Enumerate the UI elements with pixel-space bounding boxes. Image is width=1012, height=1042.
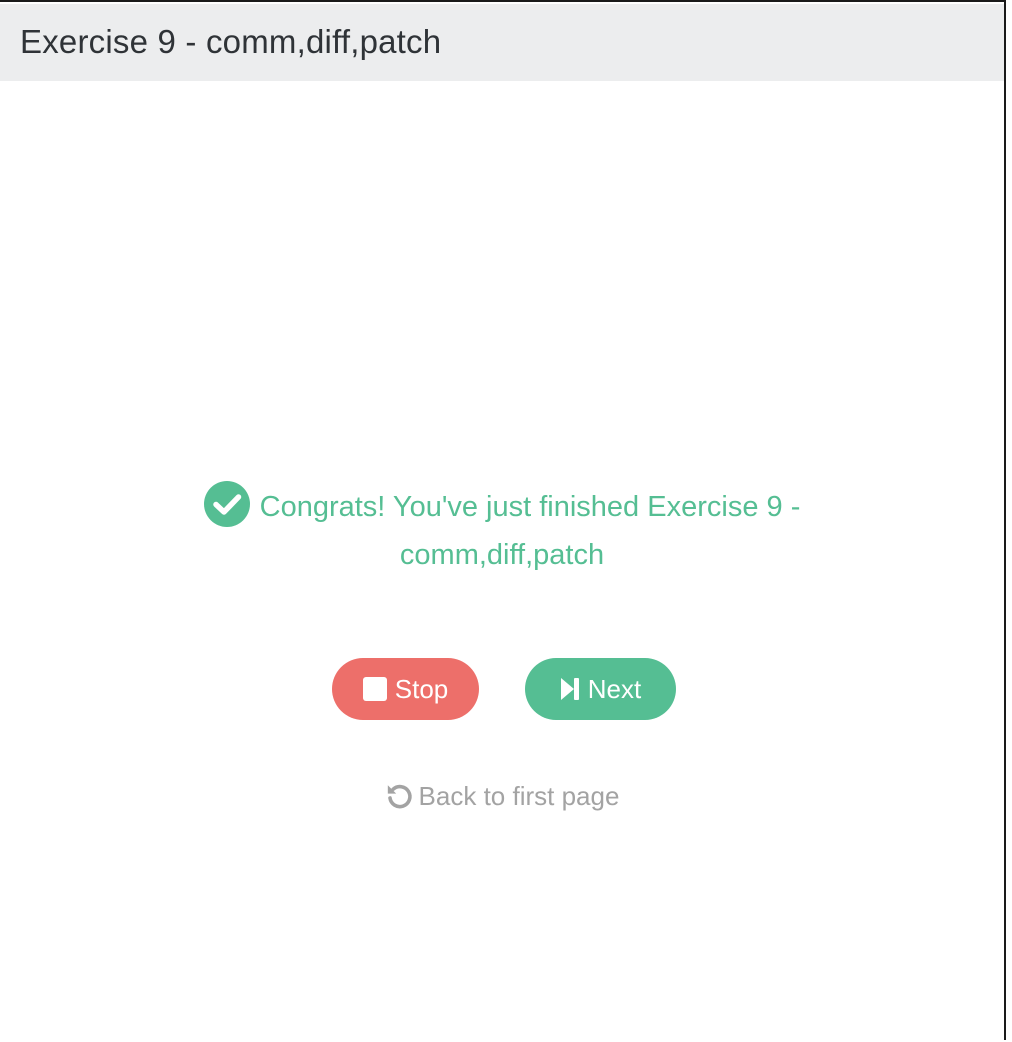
check-circle-icon [203,481,250,527]
stop-square-icon [362,677,387,701]
stop-button-label: Stop [394,673,449,704]
stop-button[interactable]: Stop [332,658,479,720]
exercise-window: Exercise 9 - comm,diff,patch Congrats! Y… [0,0,1006,1040]
undo-icon [387,784,412,809]
step-forward-icon [560,678,579,700]
congrats-line-2: comm,diff,patch [399,539,605,571]
back-link-label: Back to first page [418,781,620,811]
action-buttons: Stop Next [0,658,1004,720]
page-title: Exercise 9 - comm,diff,patch [20,22,442,60]
completion-panel: Congrats! You've just finished Exercise … [0,81,1004,1042]
next-button[interactable]: Next [525,658,676,720]
back-to-first-page-link[interactable]: Back to first page [0,781,1004,812]
congrats-line-1: Congrats! You've just finished Exercise … [259,491,801,523]
congrats-message: Congrats! You've just finished Exercise … [150,481,854,579]
exercise-header: Exercise 9 - comm,diff,patch [0,4,1004,81]
next-button-label: Next [587,673,642,704]
window-edge [1006,0,1012,1040]
